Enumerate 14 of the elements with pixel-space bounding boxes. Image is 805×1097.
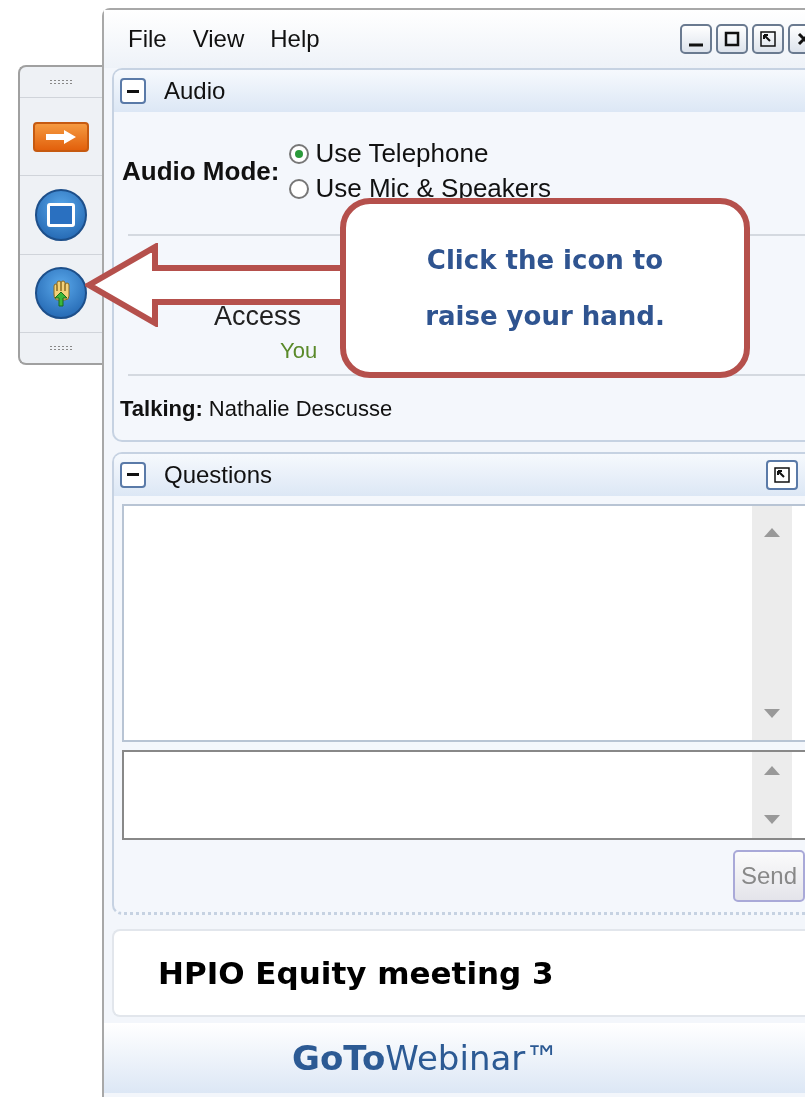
status-text: You <box>280 337 318 364</box>
radio-label: Use Mic & Speakers <box>315 173 551 204</box>
logo: GoToWebinar™ <box>292 1037 560 1078</box>
talking-text: Talking: Nathalie Descusse <box>119 394 394 423</box>
menu-item[interactable]: File <box>128 25 167 53</box>
access-text: Access <box>214 302 302 332</box>
panel-title: Questions <box>164 460 273 489</box>
menu-item[interactable]: Help <box>270 25 320 53</box>
panel-title: Audio <box>164 77 226 105</box>
callout-text: Click the icon to raise your hand. <box>424 244 666 333</box>
radio-label: Use Telephone <box>315 138 489 169</box>
menu-item[interactable]: View <box>192 25 245 53</box>
meeting-title: HPIO Equity meeting 3 <box>158 954 554 991</box>
audio-mode-label: Audio Mode: <box>122 155 280 187</box>
